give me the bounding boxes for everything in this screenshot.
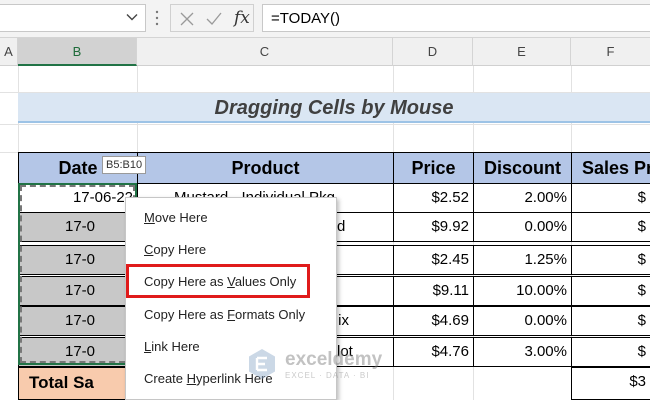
cell-price[interactable]: $2.52 <box>393 183 474 213</box>
menu-item-move-here[interactable]: Move Here <box>144 210 208 225</box>
column-header-e[interactable]: E <box>473 38 571 66</box>
enter-check-icon[interactable] <box>205 11 223 27</box>
total-value[interactable]: $3 <box>571 367 650 400</box>
cell-date[interactable]: 17-0 <box>18 337 138 367</box>
cell-discount[interactable]: 0.00% <box>473 306 572 336</box>
cell-discount[interactable]: 1.25% <box>473 245 572 275</box>
cell-sales[interactable]: $ <box>571 245 650 275</box>
menu-item-copy-here[interactable]: Copy Here <box>144 242 206 257</box>
cell-discount[interactable]: 3.00% <box>473 337 572 367</box>
column-header-a[interactable]: A <box>0 38 18 66</box>
gridline <box>0 124 650 125</box>
menu-item-copy-formats-only[interactable]: Copy Here as Formats Only <box>144 307 305 322</box>
more-vertical-icon[interactable] <box>155 9 159 27</box>
sheet-title: Dragging Cells by Mouse <box>214 97 454 119</box>
cancel-x-icon[interactable] <box>179 11 195 27</box>
cell-price[interactable]: $9.92 <box>393 212 474 242</box>
formula-bar: fx =TODAY() <box>0 0 650 38</box>
column-header-b[interactable]: B <box>18 38 137 66</box>
column-header-f[interactable]: F <box>571 38 650 66</box>
name-box[interactable] <box>0 4 146 32</box>
cell-date[interactable]: 17-0 <box>18 245 138 275</box>
cell-price[interactable]: $9.11 <box>393 276 474 306</box>
header-product[interactable]: Product <box>137 152 394 184</box>
cell-discount[interactable]: 2.00% <box>473 183 572 213</box>
column-header-c[interactable]: C <box>137 38 393 66</box>
cell-date[interactable]: 17-0 <box>18 276 138 306</box>
header-sales[interactable]: Sales Pr <box>571 152 650 184</box>
cell-discount[interactable]: 10.00% <box>473 276 572 306</box>
chevron-down-icon[interactable] <box>125 10 139 24</box>
formula-input[interactable]: =TODAY() <box>262 4 650 32</box>
cell-sales[interactable]: $ <box>571 276 650 306</box>
watermark: exceldemy EXCEL · DATA · BI <box>245 345 415 385</box>
sheet-title-cell[interactable]: Dragging Cells by Mouse <box>18 93 650 123</box>
cell-sales[interactable]: $ <box>571 337 650 367</box>
cell-price[interactable]: $2.45 <box>393 245 474 275</box>
formula-buttons: fx <box>170 4 254 32</box>
cell-date[interactable]: 17-0 <box>18 212 138 242</box>
total-label[interactable]: Total Sa <box>18 367 138 400</box>
cell-date[interactable]: 17-06-22 <box>18 183 138 213</box>
header-discount[interactable]: Discount <box>473 152 572 184</box>
watermark-name: exceldemy <box>285 349 383 370</box>
watermark-tagline: EXCEL · DATA · BI <box>285 371 370 380</box>
cell-discount[interactable]: 0.00% <box>473 212 572 242</box>
cell-sales[interactable]: $ <box>571 212 650 242</box>
cell-price[interactable]: $4.69 <box>393 306 474 336</box>
range-tooltip: B5:B10 <box>102 156 147 174</box>
column-headers: A B C D E F <box>0 38 650 66</box>
menu-item-link-here[interactable]: Link Here <box>144 339 200 354</box>
cell-sales[interactable]: $ <box>571 306 650 336</box>
insert-function-icon[interactable]: fx <box>234 8 250 28</box>
header-price[interactable]: Price <box>393 152 474 184</box>
cell-date[interactable]: 17-0 <box>18 306 138 336</box>
exceldemy-logo-icon <box>249 349 275 379</box>
column-header-d[interactable]: D <box>393 38 473 66</box>
menu-item-copy-values-only[interactable]: Copy Here as Values Only <box>144 274 296 289</box>
cell-sales[interactable]: $ <box>571 183 650 213</box>
